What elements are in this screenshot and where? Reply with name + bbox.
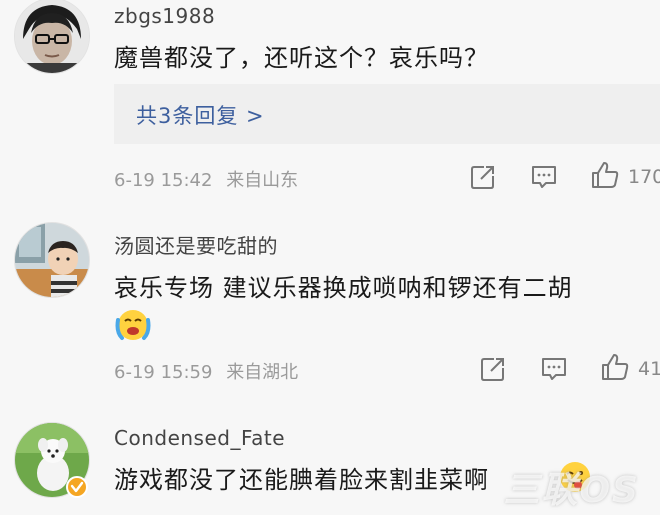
comment-meta: 6-19 15:42 来自山东 (114, 166, 298, 192)
comment-text: 哀乐专场 建议乐器换成唢呐和锣还有二胡 (114, 274, 573, 302)
thumbs-up-icon[interactable] (600, 352, 630, 382)
comment-time: 6-19 15:59 (114, 362, 213, 383)
comment-item: zbgs1988 魔兽都没了，还听这个？哀乐吗？ 共3条回复 > 6-19 15… (0, 0, 660, 200)
crying-emoji-icon (114, 306, 152, 346)
comment-source: 来自山东 (226, 170, 299, 191)
avatar[interactable] (14, 222, 90, 298)
comment-text: 游戏都没了还能腆着脸来割韭菜啊 (114, 466, 489, 494)
comment-icon[interactable] (540, 356, 568, 382)
comment-icon[interactable] (530, 164, 558, 190)
reply-summary-box[interactable]: 共3条回复 > (114, 84, 660, 144)
comment-time: 6-19 15:42 (114, 170, 213, 191)
comment-item: 汤圆还是要吃甜的 哀乐专场 建议乐器换成唢呐和锣还有二胡 6-19 15:59 … (0, 218, 660, 398)
thumbs-up-icon[interactable] (590, 160, 620, 190)
share-icon[interactable] (480, 356, 506, 382)
comment-meta: 6-19 15:59 来自湖北 (114, 358, 298, 384)
comment-text: 魔兽都没了，还听这个？哀乐吗？ (114, 44, 489, 72)
avatar[interactable] (14, 0, 90, 74)
watermark-logo: 三联OS (503, 470, 640, 511)
like-count: 170 (628, 166, 660, 188)
comment-username[interactable]: zbgs1988 (114, 4, 215, 28)
share-icon[interactable] (470, 164, 496, 190)
verified-badge-icon (66, 476, 88, 502)
comment-source: 来自湖北 (226, 362, 299, 383)
view-replies-link[interactable]: 共3条回复 > (136, 100, 265, 130)
like-count: 41 (638, 358, 660, 380)
comment-username[interactable]: Condensed_Fate (114, 426, 285, 450)
comment-username[interactable]: 汤圆还是要吃甜的 (114, 230, 278, 259)
